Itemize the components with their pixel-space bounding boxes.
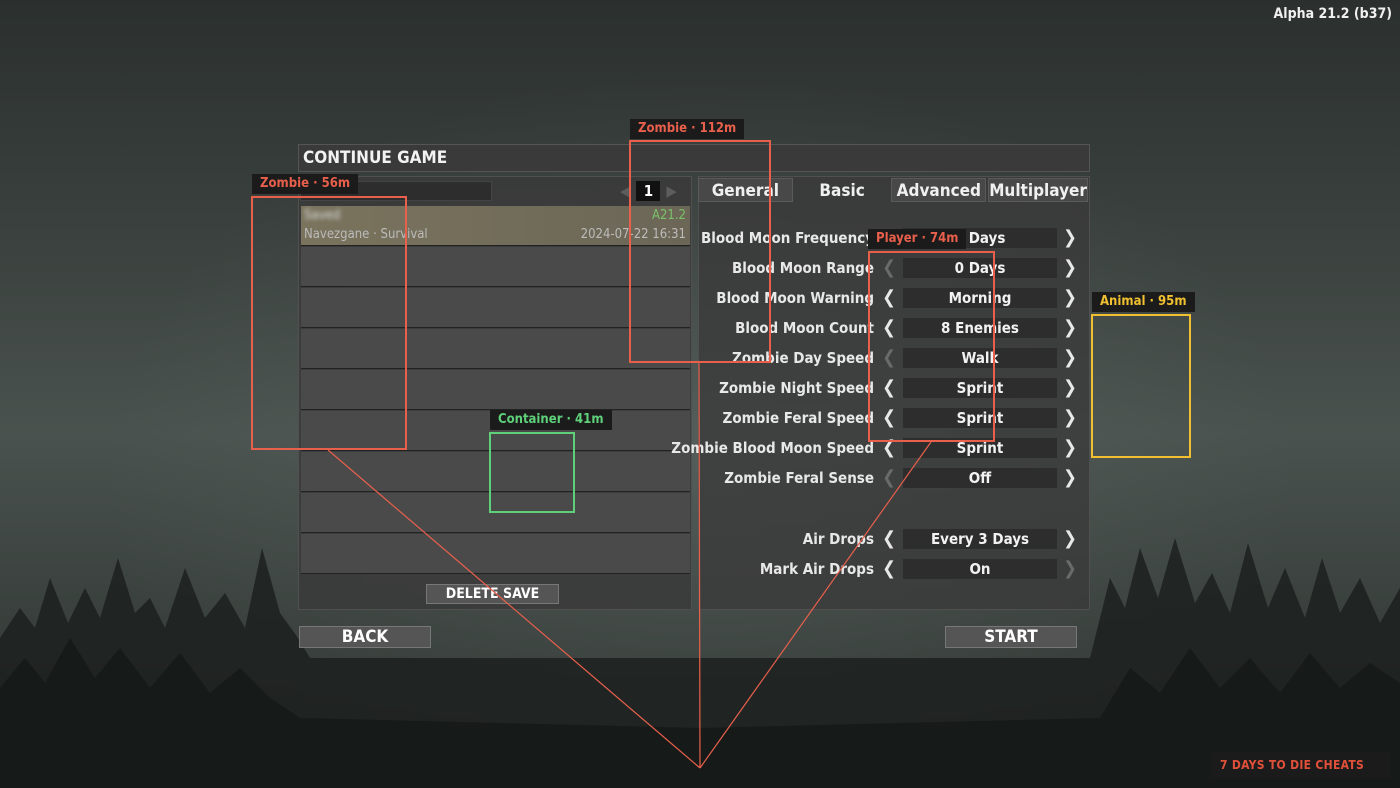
start-button[interactable]: START [945,626,1077,648]
option-label: Mark Air Drops [759,560,874,578]
chevron-right-icon[interactable]: ❯ [1062,256,1078,280]
esp-label-player: Player · 74m [868,229,967,249]
esp-box-zombie [629,140,771,363]
chevron-right-icon[interactable]: ❯ [1062,286,1078,310]
option-row: Air Drops ❮ Every 3 Days ❯ [698,527,1088,551]
option-label: Zombie Night Speed [719,379,874,397]
option-row: Zombie Feral Sense ❮ Off ❯ [698,466,1088,490]
esp-label-zombie: Zombie · 112m [630,119,745,139]
option-row: Mark Air Drops ❮ On ❯ [698,557,1088,581]
chevron-right-icon[interactable]: ❯ [1062,436,1078,460]
chevron-right-icon[interactable]: ❯ [1062,557,1078,581]
option-value: Off [903,468,1057,488]
chevron-right-icon[interactable]: ❯ [1062,226,1078,250]
chevron-right-icon[interactable]: ❯ [1062,527,1078,551]
chevron-left-icon[interactable]: ❮ [881,527,897,551]
option-value: On [903,559,1057,579]
delete-save-button[interactable]: DELETE SAVE [426,584,559,604]
watermark-badge: 7 DAYS TO DIE CHEATS [1212,752,1390,778]
tab-basic[interactable]: Basic [795,178,890,202]
chevron-right-icon[interactable]: ❯ [1062,376,1078,400]
chevron-right-icon[interactable]: ❯ [1062,316,1078,340]
chevron-right-icon[interactable]: ❯ [1062,346,1078,370]
chevron-left-icon[interactable]: ❮ [881,466,897,490]
esp-label-zombie: Zombie · 56m [252,174,359,194]
esp-box-container [489,432,575,513]
back-button[interactable]: BACK [299,626,431,648]
option-label: Zombie Feral Speed [722,409,874,427]
tab-multiplayer[interactable]: Multiplayer [988,178,1088,202]
version-label: Alpha 21.2 (b37) [1273,6,1392,22]
esp-label-container: Container · 41m [490,410,612,430]
option-label: Air Drops [802,530,874,548]
tab-advanced[interactable]: Advanced [891,178,987,202]
chevron-left-icon[interactable]: ❮ [881,557,897,581]
option-label: Zombie Feral Sense [724,469,874,487]
save-row-empty[interactable] [301,534,690,574]
option-value: Every 3 Days [903,529,1057,549]
option-label: Zombie Blood Moon Speed [671,439,874,457]
esp-box-player [868,251,995,442]
esp-label-animal: Animal · 95m [1092,292,1195,312]
esp-box-animal [1091,314,1191,458]
chevron-right-icon[interactable]: ❯ [1062,406,1078,430]
chevron-right-icon[interactable]: ❯ [1062,466,1078,490]
esp-box-zombie [251,196,407,450]
